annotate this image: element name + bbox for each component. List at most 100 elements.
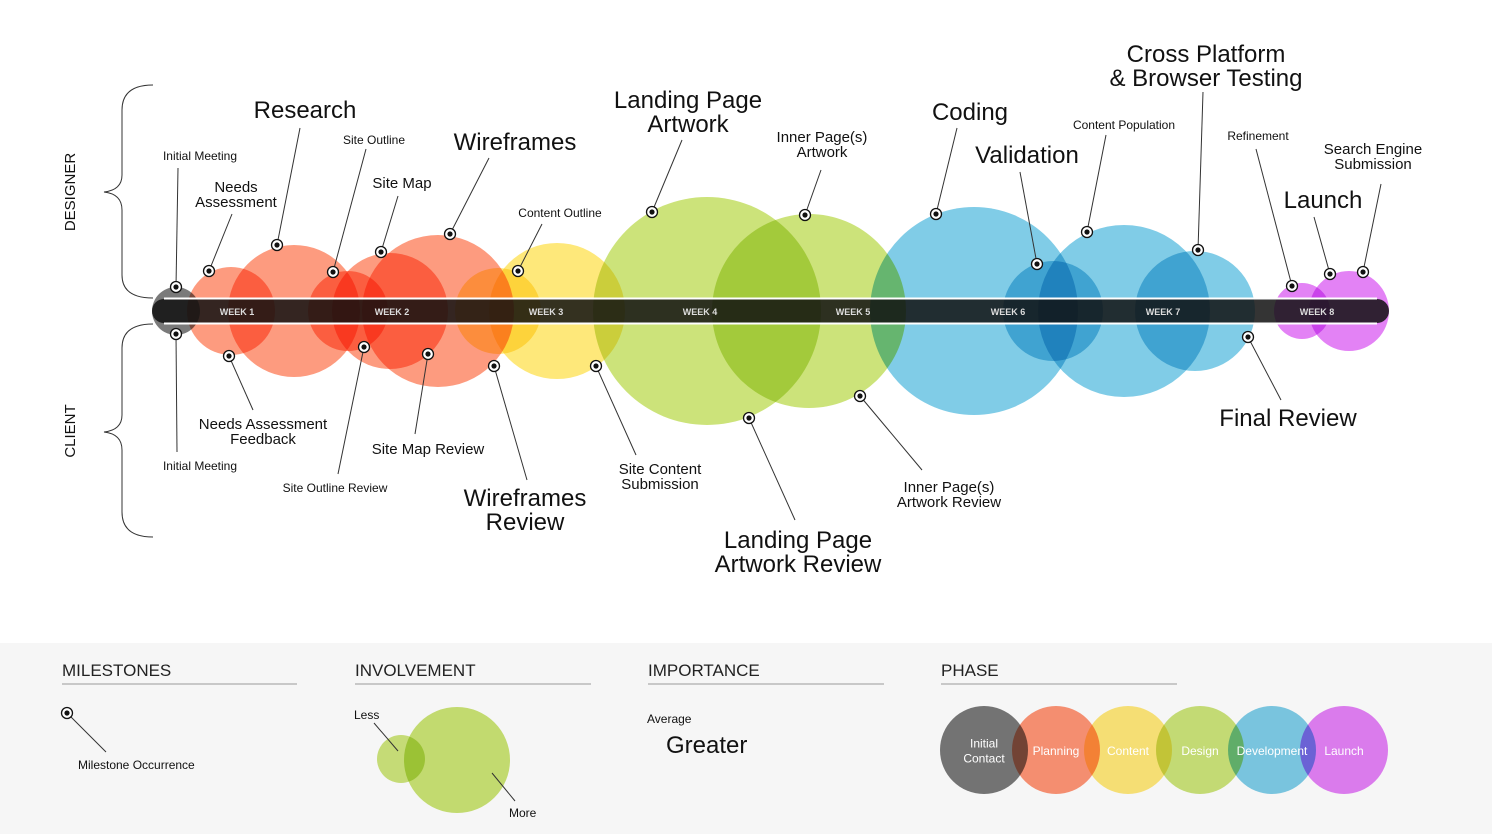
designer-milestone: Inner Page(s)Artwork [777, 129, 867, 222]
week-label: WEEK 3 [529, 307, 564, 317]
milestone-label: Cross Platform [1127, 41, 1286, 68]
legend-importance-average: Average [647, 712, 692, 726]
milestone-marker-dot [515, 268, 521, 274]
milestone-leader-line [276, 127, 301, 246]
milestone-label: Assessment [195, 194, 278, 211]
milestone-label: Landing Page [724, 527, 872, 554]
milestone-label: Content Outline [518, 206, 602, 220]
designer-milestone: Cross Platform& Browser Testing [1110, 41, 1303, 257]
designer-milestone: Launch [1284, 187, 1363, 281]
legend-phase-label: Initial [970, 737, 998, 751]
milestone-leader-line [228, 355, 254, 411]
milestone-label: Initial Meeting [163, 459, 237, 473]
timeline-bar-fill [152, 299, 1389, 323]
milestone-marker-dot [1289, 283, 1295, 289]
milestone-marker-dot [64, 710, 70, 716]
legend-involvement-small-circle [377, 735, 425, 783]
milestone-marker-dot [447, 231, 453, 237]
milestone-label: Final Review [1219, 405, 1357, 432]
milestone-marker-dot [649, 209, 655, 215]
side-braces: DESIGNER CLIENT [62, 84, 154, 538]
milestone-label: Feedback [230, 431, 296, 448]
milestone-marker-dot [274, 242, 280, 248]
legend-phase-label: Design [1181, 744, 1218, 758]
milestone-label: Landing Page [614, 87, 762, 114]
week-label: WEEK 7 [1146, 307, 1181, 317]
legend-phase-label: Development [1237, 744, 1308, 758]
milestone-leader-line [208, 213, 233, 272]
week-label: WEEK 2 [375, 307, 410, 317]
milestone-marker-dot [226, 353, 232, 359]
milestone-marker-dot [330, 269, 336, 275]
milestone-marker-dot [933, 211, 939, 217]
milestone-label: Launch [1284, 187, 1363, 214]
milestone-label: Artwork [647, 111, 729, 138]
week-label: WEEK 4 [683, 307, 718, 317]
milestone-label: Wireframes [464, 485, 587, 512]
milestone-label: Artwork Review [715, 551, 882, 578]
legend-phase-label: Content [1107, 744, 1150, 758]
milestone-label: Review [486, 509, 565, 536]
milestone-marker-dot [173, 331, 179, 337]
milestone-marker-dot [1245, 334, 1251, 340]
milestone-label: Artwork [797, 144, 848, 161]
milestone-marker-dot [1084, 229, 1090, 235]
milestone-marker-dot [378, 249, 384, 255]
milestone-leader-line [748, 417, 796, 521]
week-label: WEEK 5 [836, 307, 871, 317]
milestone-leader-line [1086, 134, 1107, 233]
milestone-label: Validation [975, 142, 1079, 169]
milestone-marker-dot [857, 393, 863, 399]
milestone-label: & Browser Testing [1110, 65, 1303, 92]
milestone-leader-line [1255, 148, 1293, 287]
milestone-leader-line [175, 167, 179, 288]
week-label: WEEK 1 [220, 307, 255, 317]
milestone-label: Wireframes [454, 129, 577, 156]
milestone-label: Site Map [372, 175, 431, 192]
milestone-label: Research [254, 97, 357, 124]
designer-label: DESIGNER [62, 153, 79, 232]
milestone-leader-line [935, 127, 958, 215]
milestone-marker-dot [425, 351, 431, 357]
legend-importance-greater: Greater [666, 732, 747, 759]
milestone-marker-dot [802, 212, 808, 218]
milestone-marker-dot [1327, 271, 1333, 277]
milestone-leader-line [175, 333, 178, 453]
milestone-marker-dot [1360, 269, 1366, 275]
legend-heading-phase: PHASE [941, 661, 999, 680]
milestone-label: Initial Meeting [163, 149, 237, 163]
project-timeline-infographic: WEEK 1 WEEK 2 WEEK 3 WEEK 4 WEEK 5 WEEK 6 WEEK… [0, 41, 1492, 834]
milestone-marker-dot [1195, 247, 1201, 253]
milestone-marker-dot [206, 268, 212, 274]
designer-milestone: Research [254, 97, 357, 252]
legend-heading-milestones: MILESTONES [62, 661, 171, 680]
milestone-marker-dot [593, 363, 599, 369]
client-milestone: Landing PageArtwork Review [715, 411, 882, 578]
legend-heading-involvement: INVOLVEMENT [355, 661, 476, 680]
client-brace [103, 323, 154, 538]
milestone-label: Site Outline Review [283, 481, 388, 495]
milestone-label: Site Outline [343, 133, 405, 147]
milestone-leader-line [1313, 216, 1331, 275]
milestone-label: Submission [621, 476, 699, 493]
legend-phase-label: Launch [1324, 744, 1363, 758]
milestone-label: Submission [1334, 156, 1412, 173]
milestone-leader-line [1197, 91, 1204, 251]
milestone-leader-line [332, 148, 367, 273]
legend-phase-label: Contact [963, 752, 1005, 766]
designer-milestone: Landing PageArtwork [614, 87, 762, 219]
milestone-marker-dot [1034, 261, 1040, 267]
legend-involvement-more: More [509, 806, 537, 820]
milestone-label: Content Population [1073, 118, 1175, 132]
legend-heading-importance: IMPORTANCE [648, 661, 760, 680]
milestone-label: Refinement [1227, 129, 1289, 143]
milestone-leader-line [449, 157, 490, 235]
milestone-leader-line [859, 395, 923, 471]
milestone-marker-dot [746, 415, 752, 421]
designer-milestone: Wireframes [443, 129, 577, 241]
legend-involvement-less: Less [354, 708, 379, 722]
legend-milestone-occurrence: Milestone Occurrence [78, 758, 195, 772]
week-label: WEEK 8 [1300, 307, 1335, 317]
milestone-leader-line [337, 346, 365, 475]
milestone-leader-line [804, 169, 822, 216]
